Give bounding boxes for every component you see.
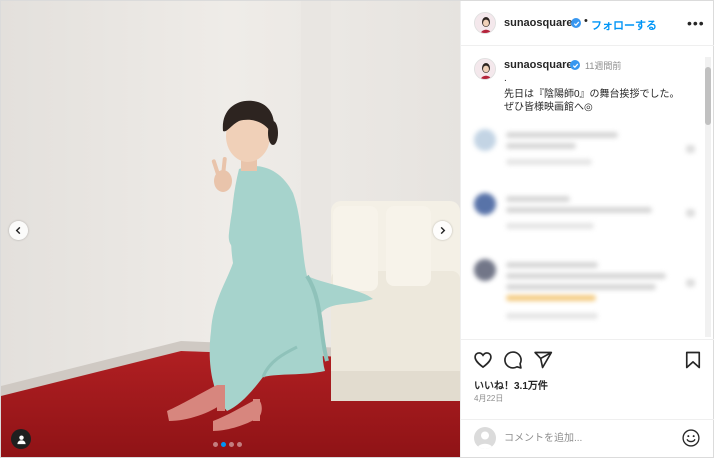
carousel-dot bbox=[213, 442, 218, 447]
next-slide-button[interactable] bbox=[433, 221, 452, 240]
caption-author-username[interactable]: sunaosquare bbox=[504, 59, 572, 71]
comment-icon[interactable] bbox=[503, 350, 523, 370]
person-icon bbox=[16, 434, 26, 444]
verified-badge-icon bbox=[570, 60, 580, 70]
caption-timestamp[interactable]: 11週間前 bbox=[585, 59, 621, 72]
paper-plane-icon[interactable] bbox=[533, 350, 553, 370]
caption-text-line: ぜひ皆様映画館へ◎ bbox=[504, 102, 593, 113]
list-item bbox=[474, 193, 704, 237]
default-avatar-icon bbox=[477, 431, 493, 449]
post-photo[interactable] bbox=[1, 1, 460, 457]
comments-scrollbar[interactable] bbox=[705, 57, 711, 337]
current-user-avatar bbox=[474, 427, 496, 449]
verified-badge-icon bbox=[571, 18, 581, 28]
follow-separator: • bbox=[584, 15, 588, 27]
comments-list[interactable]: sunaosquare 11週間前 . 先日は『陰陽師0』の舞台挨拶でした。 ぜ… bbox=[461, 47, 714, 337]
list-item bbox=[474, 259, 704, 329]
caption-author-avatar[interactable] bbox=[474, 58, 496, 80]
carousel-dot-active bbox=[221, 442, 226, 447]
post-side-panel: sunaosquare • フォローする ••• sunaosquare 11週… bbox=[460, 1, 714, 457]
chevron-left-icon bbox=[15, 226, 21, 235]
add-comment-section bbox=[461, 419, 714, 457]
list-item bbox=[474, 129, 704, 169]
tagged-users-button[interactable] bbox=[11, 429, 31, 449]
bookmark-icon[interactable] bbox=[683, 350, 703, 370]
carousel-dot bbox=[237, 442, 242, 447]
instagram-post: sunaosquare • フォローする ••• sunaosquare 11週… bbox=[0, 0, 714, 458]
scrollbar-thumb[interactable] bbox=[705, 67, 711, 125]
carousel-indicator bbox=[213, 442, 242, 447]
smiley-icon[interactable] bbox=[681, 428, 701, 448]
comment-input[interactable] bbox=[504, 429, 674, 447]
post-date[interactable]: 4月22日 bbox=[474, 393, 503, 404]
chevron-right-icon bbox=[440, 226, 446, 235]
carousel-dot bbox=[229, 442, 234, 447]
author-avatar[interactable] bbox=[474, 12, 496, 34]
caption-text-line: . bbox=[504, 73, 507, 84]
author-username-link[interactable]: sunaosquare bbox=[504, 17, 572, 29]
follow-button[interactable]: フォローする bbox=[591, 17, 657, 33]
heart-icon[interactable] bbox=[473, 350, 493, 370]
previous-slide-button[interactable] bbox=[9, 221, 28, 240]
post-header: sunaosquare • フォローする ••• bbox=[461, 1, 714, 46]
more-options-icon[interactable]: ••• bbox=[687, 15, 705, 31]
likes-count[interactable]: いいね！3.1万件 bbox=[474, 377, 548, 392]
photo-image bbox=[1, 1, 460, 457]
post-actions: いいね！3.1万件 4月22日 bbox=[461, 339, 714, 419]
